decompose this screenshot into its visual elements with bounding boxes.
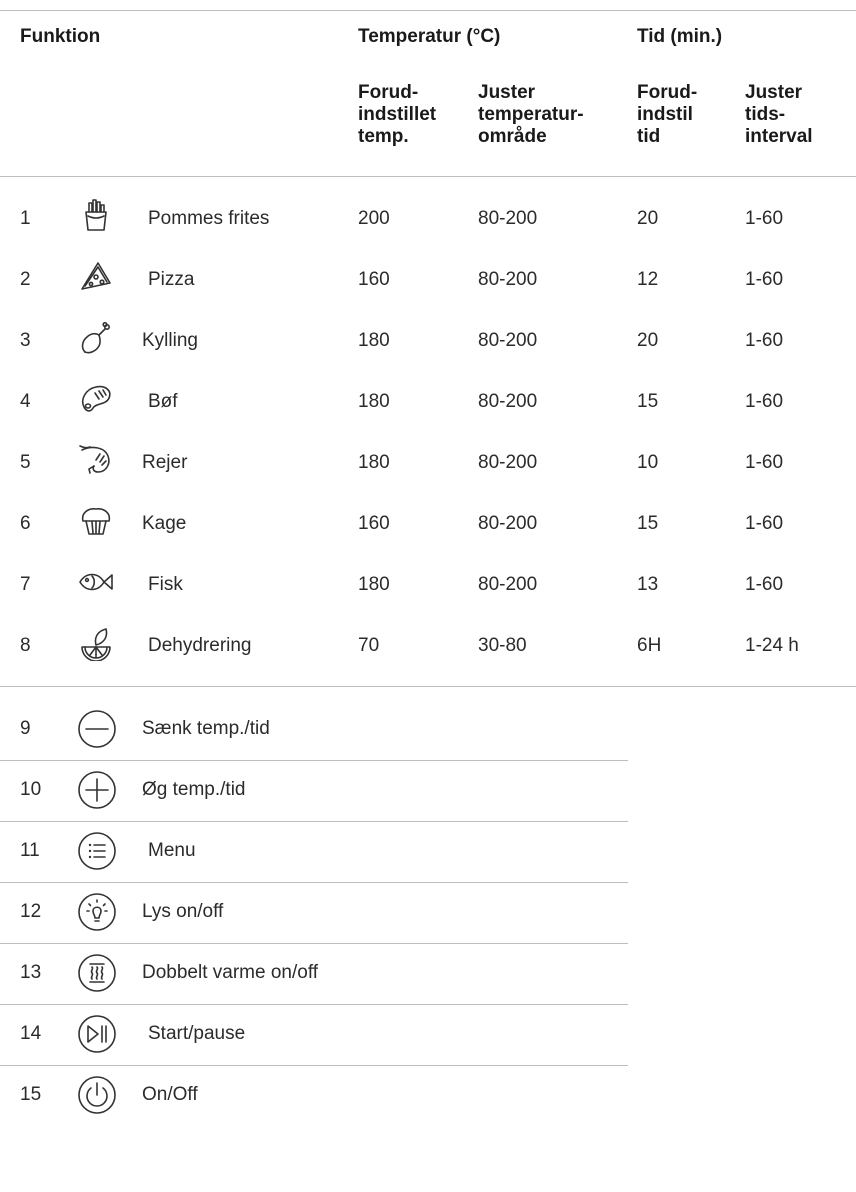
control-label: Start/pause: [148, 1023, 246, 1044]
temperature-range: 80-200: [478, 574, 538, 595]
header-temperature: Temperatur (°C): [358, 26, 501, 47]
program-label: Fisk: [148, 574, 183, 595]
header-time-adjust: Juster tids- interval: [745, 82, 813, 147]
preset-time: 20: [637, 208, 659, 229]
double-heat-circle-icon: [76, 952, 118, 994]
control-number: 11: [20, 840, 40, 861]
program-label: Pommes frites: [148, 208, 270, 229]
control-number: 14: [20, 1023, 42, 1044]
preset-temperature: 70: [358, 635, 380, 656]
function-table: Funktion Temperatur (°C) Tid (min.) Foru…: [0, 0, 856, 1192]
preset-time: 12: [637, 269, 659, 290]
control-label: Menu: [148, 840, 196, 861]
program-number: 3: [20, 330, 31, 351]
program-label: Pizza: [148, 269, 195, 290]
pizza-icon: [76, 259, 116, 295]
header-function: Funktion: [20, 26, 101, 47]
program-number: 2: [20, 269, 31, 290]
preset-time: 15: [637, 391, 659, 412]
cake-icon: [76, 503, 116, 539]
preset-time: 13: [637, 574, 659, 595]
preset-temperature: 200: [358, 208, 390, 229]
program-label: Kylling: [142, 330, 198, 351]
program-number: 5: [20, 452, 31, 473]
programs-divider: [0, 686, 856, 687]
preset-temperature: 180: [358, 391, 390, 412]
control-label: Lys on/off: [142, 901, 224, 922]
temperature-range: 80-200: [478, 391, 538, 412]
program-label: Dehydrering: [148, 635, 252, 656]
preset-temperature: 180: [358, 330, 390, 351]
time-interval: 1-60: [745, 208, 784, 229]
preset-time: 6H: [637, 635, 662, 656]
header-time: Tid (min.): [637, 26, 723, 47]
preset-time: 10: [637, 452, 659, 473]
program-number: 7: [20, 574, 31, 595]
time-interval: 1-60: [745, 513, 784, 534]
control-number: 13: [20, 962, 42, 983]
header-temp-preset: Forud- indstillet temp.: [358, 82, 437, 147]
control-label: Sænk temp./tid: [142, 718, 270, 739]
control-divider: [0, 882, 628, 883]
shrimp-icon: [76, 442, 116, 478]
fish-icon: [76, 564, 116, 600]
time-interval: 1-24 h: [745, 635, 799, 656]
program-label: Bøf: [148, 391, 178, 412]
header-time-preset: Forud- indstil tid: [637, 82, 698, 147]
steak-icon: [76, 381, 116, 417]
minus-circle-icon: [76, 708, 118, 750]
control-divider: [0, 1004, 628, 1005]
preset-temperature: 160: [358, 513, 390, 534]
time-interval: 1-60: [745, 391, 784, 412]
preset-time: 20: [637, 330, 659, 351]
control-label: Dobbelt varme on/off: [142, 962, 319, 983]
time-interval: 1-60: [745, 269, 784, 290]
preset-temperature: 180: [358, 452, 390, 473]
plus-circle-icon: [76, 769, 118, 811]
control-divider: [0, 821, 628, 822]
power-circle-icon: [76, 1074, 118, 1116]
control-number: 9: [20, 718, 31, 739]
time-interval: 1-60: [745, 574, 784, 595]
control-number: 10: [20, 779, 42, 800]
temperature-range: 80-200: [478, 208, 538, 229]
time-interval: 1-60: [745, 452, 784, 473]
temperature-range: 80-200: [478, 330, 538, 351]
temperature-range: 30-80: [478, 635, 527, 656]
temperature-range: 80-200: [478, 269, 538, 290]
program-number: 4: [20, 391, 31, 412]
play-pause-circle-icon: [76, 1013, 118, 1055]
preset-temperature: 180: [358, 574, 390, 595]
program-number: 6: [20, 513, 31, 534]
program-label: Rejer: [142, 452, 188, 473]
program-number: 8: [20, 635, 31, 656]
program-label: Kage: [142, 513, 187, 534]
control-number: 15: [20, 1084, 42, 1105]
header-temp-adjust: Juster temperatur- område: [478, 82, 584, 147]
control-label: Øg temp./tid: [142, 779, 246, 800]
temperature-range: 80-200: [478, 452, 538, 473]
control-divider: [0, 943, 628, 944]
preset-time: 15: [637, 513, 659, 534]
fries-icon: [76, 198, 116, 234]
control-number: 12: [20, 901, 42, 922]
menu-circle-icon: [76, 830, 118, 872]
control-divider: [0, 1065, 628, 1066]
header-divider: [0, 176, 856, 177]
chicken-leg-icon: [76, 320, 116, 356]
preset-temperature: 160: [358, 269, 390, 290]
light-bulb-circle-icon: [76, 891, 118, 933]
control-divider: [0, 760, 628, 761]
control-label: On/Off: [142, 1084, 198, 1105]
dehydrate-fruit-icon: [76, 625, 116, 661]
program-number: 1: [20, 208, 31, 229]
temperature-range: 80-200: [478, 513, 538, 534]
top-divider: [0, 10, 856, 11]
time-interval: 1-60: [745, 330, 784, 351]
